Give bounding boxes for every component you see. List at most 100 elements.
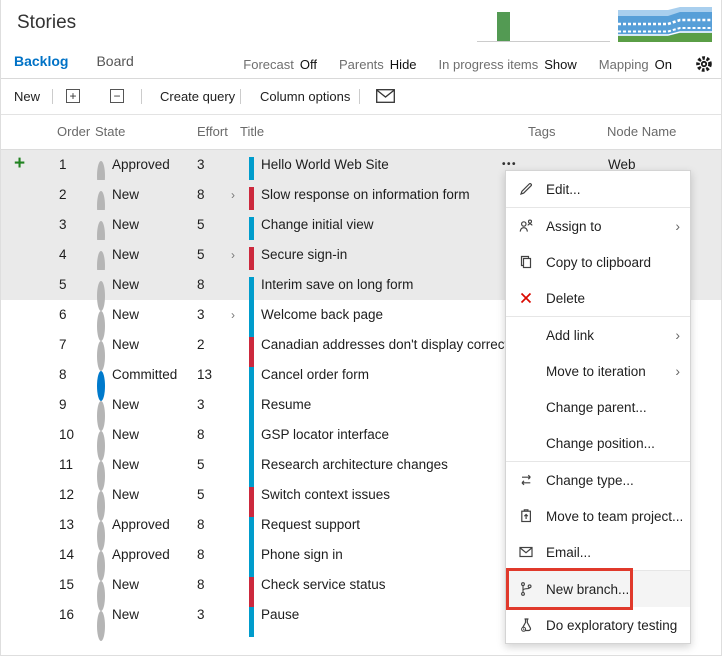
column-header-state[interactable]: State [95, 124, 125, 139]
order-cell: 5 [59, 277, 67, 292]
state-cell: New [112, 487, 140, 502]
title-cell[interactable]: Change initial view [261, 210, 374, 240]
title-cell[interactable]: Interim save on long form [261, 270, 413, 300]
git-branch-icon [518, 581, 536, 597]
menu-item-delete[interactable]: Delete [506, 280, 690, 316]
backlog-page: Stories Backlog Board Forecast Off Parent… [0, 0, 722, 656]
email-toolbar-icon[interactable] [376, 89, 395, 103]
menu-item-change-parent[interactable]: Change parent... [506, 389, 690, 425]
title-cell[interactable]: Welcome back page [261, 300, 383, 330]
effort-cell: 8 [197, 187, 205, 202]
state-cell: Approved [112, 517, 170, 532]
effort-cell: 8 [197, 277, 205, 292]
submenu-chevron-icon: › [675, 218, 680, 234]
title-cell[interactable]: Phone sign in [261, 540, 343, 570]
title-cell[interactable]: Secure sign-in [261, 240, 347, 270]
title-cell[interactable]: Resume [261, 390, 311, 420]
menu-item-change-type[interactable]: Change type... [506, 462, 690, 498]
menu-item-add-link[interactable]: Add link › [506, 317, 690, 353]
menu-item-email[interactable]: Email... [506, 534, 690, 570]
effort-cell: 8 [197, 577, 205, 592]
order-cell: 13 [59, 517, 75, 532]
effort-cell: 5 [197, 217, 205, 232]
order-cell: 16 [59, 607, 75, 622]
expand-chevron-icon[interactable]: › [231, 300, 235, 330]
title-cell[interactable]: Hello World Web Site [261, 150, 389, 180]
column-header-tags[interactable]: Tags [528, 124, 555, 139]
effort-cell: 5 [197, 247, 205, 262]
effort-cell: 8 [197, 547, 205, 562]
order-cell: 15 [59, 577, 75, 592]
title-cell[interactable]: Check service status [261, 570, 386, 600]
column-header-effort[interactable]: Effort [197, 124, 228, 139]
move-project-clipboard-icon [518, 508, 536, 524]
effort-cell: 3 [197, 607, 205, 622]
in-progress-items-toggle[interactable]: In progress items Show [439, 57, 577, 72]
state-cell: New [112, 427, 140, 442]
order-cell: 3 [59, 217, 67, 232]
title-cell[interactable]: Pause [261, 600, 299, 630]
state-cell: New [112, 337, 140, 352]
order-cell: 8 [59, 367, 67, 382]
menu-item-move-to-iteration[interactable]: Move to iteration › [506, 353, 690, 389]
order-cell: 12 [59, 487, 75, 502]
cumulative-flow-chart-thumbnail[interactable] [618, 6, 712, 42]
context-menu: Edit... Assign to › Copy to clipboard De… [505, 170, 691, 644]
menu-item-edit[interactable]: Edit... [506, 171, 690, 207]
state-cell: New [112, 217, 140, 232]
command-toolbar: New + − Create query Column options [0, 79, 722, 189]
effort-cell: 3 [197, 307, 205, 322]
forecast-toggle[interactable]: Forecast Off [243, 57, 317, 72]
effort-cell: 13 [197, 367, 213, 382]
velocity-chart-thumbnail[interactable] [477, 3, 610, 42]
column-header-node-name[interactable]: Node Name [607, 124, 676, 139]
velocity-bar [497, 12, 510, 41]
title-cell[interactable]: Canadian addresses don't display correct… [261, 330, 518, 360]
expand-chevron-icon[interactable]: › [231, 180, 235, 210]
change-type-arrows-icon [518, 472, 536, 488]
menu-item-do-exploratory-testing[interactable]: Do exploratory testing [506, 607, 690, 643]
title-cell[interactable]: GSP locator interface [261, 420, 389, 450]
menu-item-copy-to-clipboard[interactable]: Copy to clipboard [506, 244, 690, 280]
column-options-button[interactable]: Column options [260, 79, 350, 114]
title-cell[interactable]: Cancel order form [261, 360, 369, 390]
mapping-toggle[interactable]: Mapping On [599, 57, 672, 72]
parents-toggle[interactable]: Parents Hide [339, 57, 417, 72]
effort-cell: 8 [197, 517, 205, 532]
menu-item-change-position[interactable]: Change position... [506, 425, 690, 461]
settings-gear-icon[interactable] [694, 54, 714, 74]
state-cell: New [112, 307, 140, 322]
submenu-chevron-icon: › [675, 363, 680, 379]
order-cell: 9 [59, 397, 67, 412]
title-cell[interactable]: Slow response on information form [261, 180, 470, 210]
menu-item-assign-to[interactable]: Assign to › [506, 208, 690, 244]
cumulative-flow-chart [618, 7, 712, 42]
tab-board[interactable]: Board [96, 53, 133, 69]
create-query-button[interactable]: Create query [160, 79, 235, 114]
email-envelope-icon [518, 544, 536, 560]
delete-x-icon [518, 290, 536, 306]
column-header-title[interactable]: Title [240, 124, 264, 139]
work-item-type-bar [249, 607, 254, 637]
assign-person-icon [518, 218, 536, 234]
page-title: Stories [17, 12, 77, 33]
effort-cell: 8 [197, 427, 205, 442]
menu-item-move-to-team-project[interactable]: Move to team project... [506, 498, 690, 534]
state-cell: New [112, 397, 140, 412]
expand-chevron-icon[interactable]: › [231, 240, 235, 270]
new-button[interactable]: New [14, 79, 40, 114]
effort-cell: 5 [197, 487, 205, 502]
add-item-icon[interactable]: + [14, 150, 25, 180]
title-cell[interactable]: Switch context issues [261, 480, 390, 510]
menu-item-new-branch[interactable]: New branch... [506, 571, 690, 607]
title-cell[interactable]: Request support [261, 510, 360, 540]
tab-backlog[interactable]: Backlog [14, 53, 68, 69]
column-header-order[interactable]: Order [57, 124, 90, 139]
order-cell: 4 [59, 247, 67, 262]
collapse-all-icon[interactable]: − [110, 89, 124, 103]
effort-cell: 2 [197, 337, 205, 352]
order-cell: 7 [59, 337, 67, 352]
edit-pencil-icon [518, 181, 536, 197]
expand-all-icon[interactable]: + [66, 89, 80, 103]
title-cell[interactable]: Research architecture changes [261, 450, 448, 480]
